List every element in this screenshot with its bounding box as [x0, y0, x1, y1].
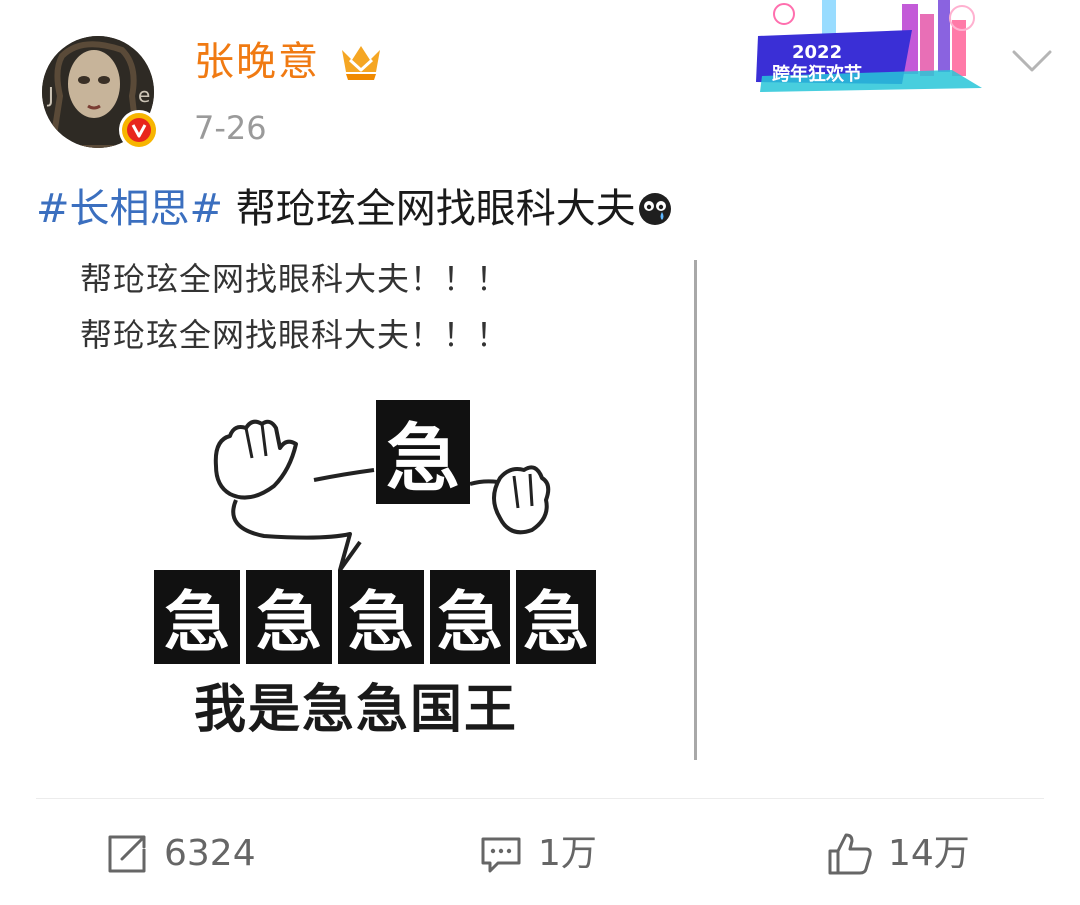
row-ji-char: 急	[338, 570, 424, 664]
row-ji-char: 急	[246, 570, 332, 664]
crying-emoji-icon	[638, 186, 672, 240]
repost-count: 6324	[164, 833, 256, 874]
banner-year: 2022	[792, 42, 842, 63]
verified-badge-icon	[119, 110, 159, 150]
row-ji-char: 急	[154, 570, 240, 664]
meme-illustration: 急 急 急 急 急 急 我是急急国王	[154, 378, 664, 768]
event-banner[interactable]: 2022 跨年狂欢节	[752, 0, 992, 104]
comment-button[interactable]: 1万	[478, 826, 597, 882]
username[interactable]: 张晚意	[194, 38, 320, 86]
post-text: 帮玱玹全网找眼科大夫	[223, 186, 636, 232]
post-image[interactable]: 帮玱玹全网找眼科大夫！！！ 帮玱玹全网找眼科大夫！！！ 急 急 急 急 急 急 …	[58, 248, 678, 768]
like-button[interactable]: 14万	[826, 826, 970, 882]
divider	[36, 798, 1044, 799]
repost-button[interactable]: 6324	[104, 826, 256, 882]
meme-caption: 我是急急国王	[194, 680, 519, 740]
svg-text:e: e	[138, 83, 150, 107]
comment-count: 1万	[538, 833, 597, 874]
chevron-down-icon[interactable]	[1010, 48, 1054, 80]
like-count: 14万	[888, 833, 970, 874]
like-icon	[828, 833, 872, 875]
image-text-line: 帮玱玹全网找眼科大夫！！！	[80, 316, 510, 354]
repost-icon	[108, 835, 146, 873]
big-ji-char: 急	[376, 400, 470, 504]
member-badge-icon[interactable]	[338, 42, 384, 88]
banner-label: 跨年狂欢节	[772, 63, 862, 85]
post-content: #长相思# 帮玱玹全网找眼科大夫	[36, 182, 672, 240]
row-ji-char: 急	[430, 570, 510, 664]
post-time: 7-26	[194, 109, 267, 147]
image-text-line: 帮玱玹全网找眼科大夫！！！	[80, 260, 510, 298]
row-ji-char: 急	[516, 570, 596, 664]
svg-text:J: J	[46, 83, 54, 107]
image-divider	[694, 260, 697, 760]
hashtag-link[interactable]: #长相思#	[36, 186, 223, 232]
comment-icon	[481, 837, 521, 873]
